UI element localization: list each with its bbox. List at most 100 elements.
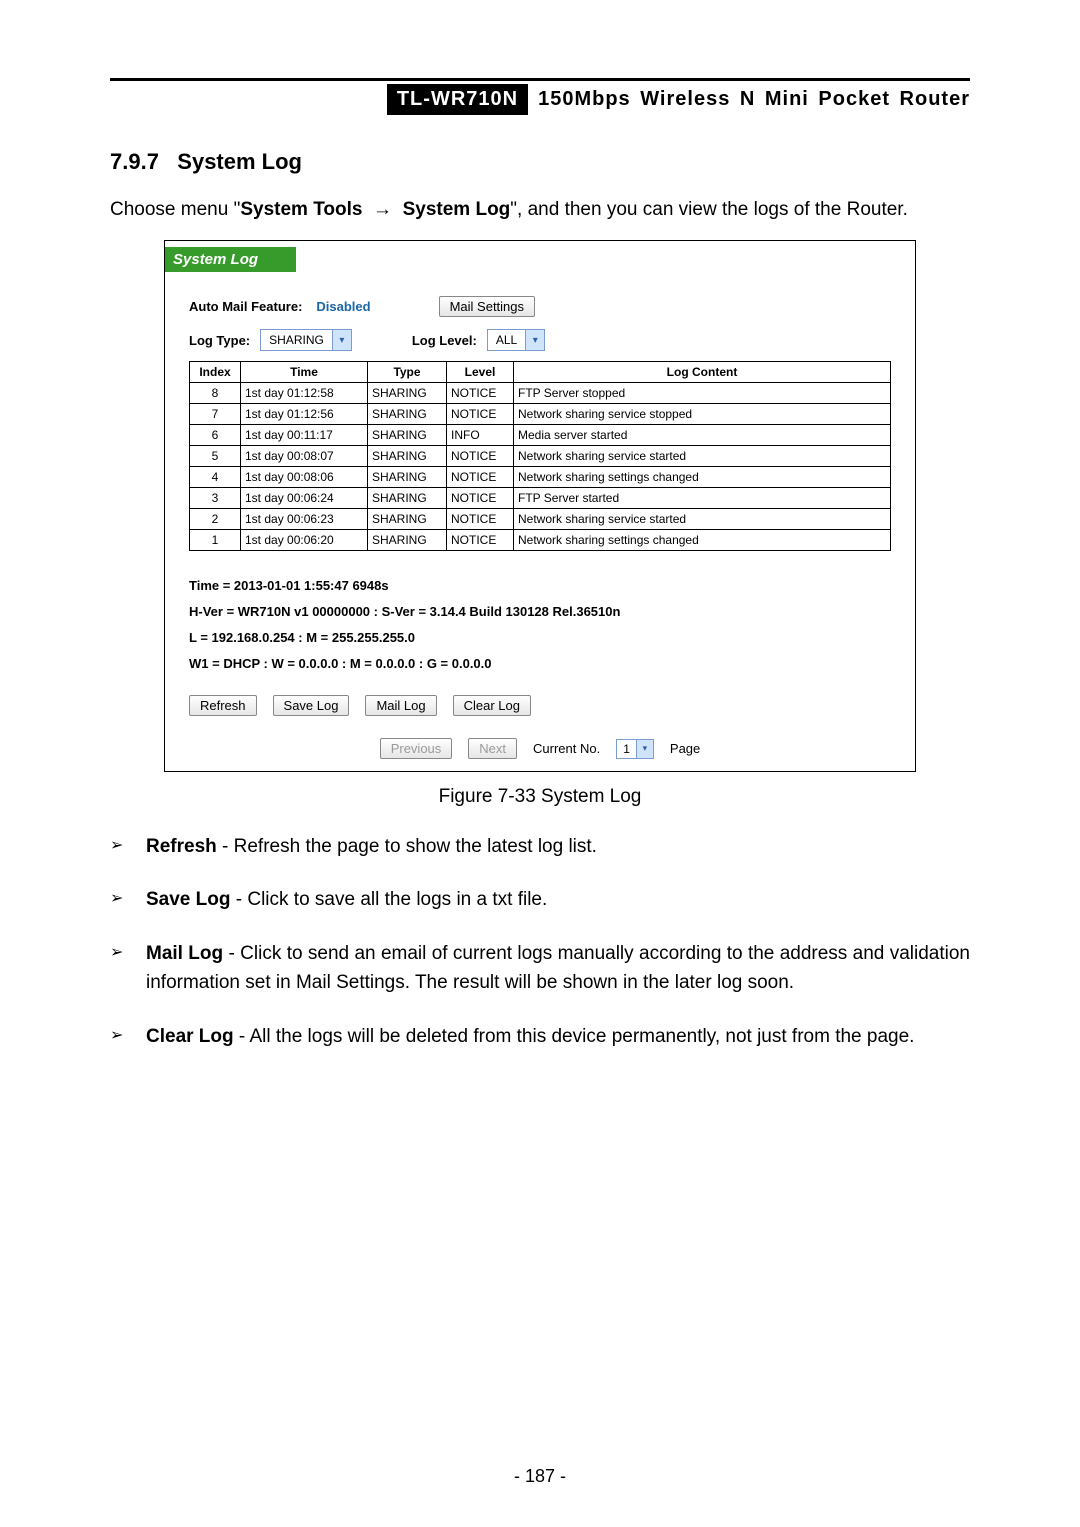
- bullet-desc: - Refresh the page to show the latest lo…: [217, 836, 597, 857]
- save-log-button[interactable]: Save Log: [273, 695, 350, 716]
- document-page: TL-WR710N 150Mbps Wireless N Mini Pocket…: [0, 0, 1080, 1527]
- cell-time: 1st day 00:08:06: [241, 467, 368, 488]
- status-wan: W1 = DHCP : W = 0.0.0.0 : M = 0.0.0.0 : …: [189, 651, 891, 677]
- status-hver: H-Ver = WR710N v1 00000000 : S-Ver = 3.1…: [189, 599, 891, 625]
- banner-wrap: System Log: [165, 241, 915, 272]
- table-row: 81st day 01:12:58SHARINGNOTICEFTP Server…: [190, 383, 891, 404]
- log-level-select[interactable]: ALL ▾: [487, 329, 545, 351]
- chevron-down-icon: ▾: [332, 330, 351, 350]
- pager: Previous Next Current No. 1 ▾ Page: [189, 738, 891, 759]
- system-log-banner: System Log: [165, 247, 296, 272]
- cell-content: Network sharing service started: [514, 446, 891, 467]
- bullet-icon: ➢: [110, 885, 130, 914]
- cell-index: 2: [190, 509, 241, 530]
- page-number-value: 1: [617, 742, 636, 756]
- clear-log-button[interactable]: Clear Log: [453, 695, 531, 716]
- cell-level: INFO: [447, 425, 514, 446]
- page-label: Page: [670, 741, 700, 756]
- log-level-value: ALL: [488, 333, 525, 347]
- figure-body: Auto Mail Feature: Disabled Mail Setting…: [165, 272, 915, 771]
- cell-content: Network sharing service stopped: [514, 404, 891, 425]
- table-row: 51st day 00:08:07SHARINGNOTICENetwork sh…: [190, 446, 891, 467]
- bullet-icon: ➢: [110, 832, 130, 861]
- log-table-body: 81st day 01:12:58SHARINGNOTICEFTP Server…: [190, 383, 891, 551]
- table-row: 21st day 00:06:23SHARINGNOTICENetwork sh…: [190, 509, 891, 530]
- table-row: 71st day 01:12:56SHARINGNOTICENetwork sh…: [190, 404, 891, 425]
- cell-level: NOTICE: [447, 530, 514, 551]
- col-index: Index: [190, 362, 241, 383]
- list-item: ➢Clear Log - All the logs will be delete…: [110, 1022, 970, 1051]
- figure-caption: Figure 7-33 System Log: [110, 786, 970, 808]
- intro-path1: System Tools: [240, 199, 362, 220]
- cell-type: SHARING: [368, 509, 447, 530]
- cell-type: SHARING: [368, 404, 447, 425]
- filter-row: Log Type: SHARING ▾ Log Level: ALL ▾: [189, 329, 891, 351]
- arrow-icon: →: [373, 199, 392, 220]
- status-block: Time = 2013-01-01 1:55:47 6948s H-Ver = …: [189, 573, 891, 677]
- cell-type: SHARING: [368, 530, 447, 551]
- auto-mail-label: Auto Mail Feature:: [189, 299, 302, 314]
- cell-content: FTP Server stopped: [514, 383, 891, 404]
- cell-time: 1st day 00:06:20: [241, 530, 368, 551]
- cell-type: SHARING: [368, 383, 447, 404]
- bullet-term: Save Log: [146, 889, 230, 910]
- auto-mail-status: Disabled: [316, 299, 370, 314]
- mail-log-button[interactable]: Mail Log: [365, 695, 436, 716]
- previous-button[interactable]: Previous: [380, 738, 453, 759]
- cell-index: 3: [190, 488, 241, 509]
- mail-settings-button[interactable]: Mail Settings: [439, 296, 535, 317]
- log-type-select[interactable]: SHARING ▾: [260, 329, 352, 351]
- col-time: Time: [241, 362, 368, 383]
- log-type-label: Log Type:: [189, 333, 250, 348]
- chevron-down-icon: ▾: [636, 740, 653, 758]
- system-log-figure: System Log Auto Mail Feature: Disabled M…: [164, 240, 916, 772]
- cell-index: 5: [190, 446, 241, 467]
- cell-time: 1st day 01:12:58: [241, 383, 368, 404]
- log-table-head: Index Time Type Level Log Content: [190, 362, 891, 383]
- status-lan: L = 192.168.0.254 : M = 255.255.255.0: [189, 625, 891, 651]
- list-item: ➢ Refresh - Refresh the page to show the …: [110, 832, 970, 861]
- cell-time: 1st day 00:06:24: [241, 488, 368, 509]
- cell-content: Network sharing service started: [514, 509, 891, 530]
- table-row: 31st day 00:06:24SHARINGNOTICEFTP Server…: [190, 488, 891, 509]
- cell-index: 8: [190, 383, 241, 404]
- table-row: 11st day 00:06:20SHARINGNOTICENetwork sh…: [190, 530, 891, 551]
- cell-time: 1st day 01:12:56: [241, 404, 368, 425]
- bullet-list: ➢ Refresh - Refresh the page to show the …: [110, 832, 970, 1051]
- cell-level: NOTICE: [447, 509, 514, 530]
- cell-type: SHARING: [368, 467, 447, 488]
- auto-mail-row: Auto Mail Feature: Disabled Mail Setting…: [189, 296, 891, 317]
- intro-paragraph: Choose menu "System Tools → System Log",…: [110, 199, 970, 221]
- bullet-icon: ➢: [110, 939, 130, 998]
- bullet-body: Mail Log - Click to send an email of cur…: [146, 939, 970, 998]
- cell-level: NOTICE: [447, 383, 514, 404]
- log-level-label: Log Level:: [412, 333, 477, 348]
- cell-level: NOTICE: [447, 404, 514, 425]
- list-item: ➢ Save Log - Click to save all the logs i…: [110, 885, 970, 914]
- cell-time: 1st day 00:06:23: [241, 509, 368, 530]
- bullet-term: Refresh: [146, 836, 217, 857]
- bullet-term: Clear Log: [146, 1026, 234, 1047]
- intro-post: ", and then you can view the logs of the…: [510, 199, 908, 220]
- cell-type: SHARING: [368, 488, 447, 509]
- bullet-desc: - Click to save all the logs in a txt fi…: [230, 889, 547, 910]
- cell-level: NOTICE: [447, 467, 514, 488]
- refresh-button[interactable]: Refresh: [189, 695, 257, 716]
- cell-level: NOTICE: [447, 446, 514, 467]
- chevron-down-icon: ▾: [525, 330, 544, 350]
- table-row: 41st day 00:08:06SHARINGNOTICENetwork sh…: [190, 467, 891, 488]
- section-title-text: System Log: [177, 149, 302, 174]
- next-button[interactable]: Next: [468, 738, 517, 759]
- cell-type: SHARING: [368, 446, 447, 467]
- intro-pre: Choose menu ": [110, 199, 240, 220]
- page-number-select[interactable]: 1 ▾: [616, 739, 654, 759]
- status-time: Time = 2013-01-01 1:55:47 6948s: [189, 573, 891, 599]
- log-type-value: SHARING: [261, 333, 332, 347]
- cell-content: Network sharing settings changed: [514, 467, 891, 488]
- log-table: Index Time Type Level Log Content 81st d…: [189, 361, 891, 551]
- cell-type: SHARING: [368, 425, 447, 446]
- cell-content: Media server started: [514, 425, 891, 446]
- cell-index: 7: [190, 404, 241, 425]
- bullet-body: Clear Log - All the logs will be deleted…: [146, 1022, 970, 1051]
- col-type: Type: [368, 362, 447, 383]
